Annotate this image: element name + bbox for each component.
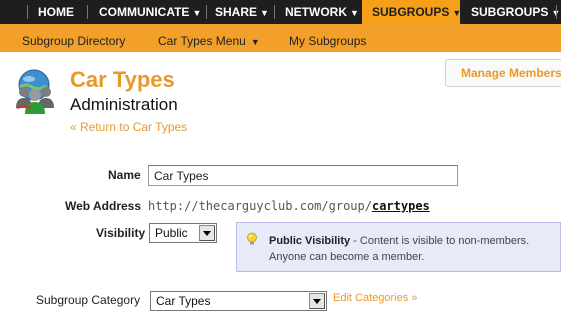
subnav-directory-label: Subgroup Directory <box>22 34 126 48</box>
return-link[interactable]: « Return to Car Types <box>70 120 187 134</box>
chevron-down-icon: ▼ <box>350 8 359 18</box>
subgroup-category-value: Car Types <box>156 294 211 308</box>
nav-divider <box>274 5 275 19</box>
visibility-info-title: Public Visibility <box>269 235 351 247</box>
nav-subgroups-active[interactable]: SUBGROUPS ▼ <box>362 0 462 24</box>
edit-categories-link[interactable]: Edit Categories » <box>333 292 417 304</box>
page-subtitle: Administration <box>70 95 178 114</box>
visibility-info-text: Public Visibility - Content is visible t… <box>269 233 559 265</box>
group-members-icon <box>16 69 54 114</box>
web-address-label: Web Address <box>65 199 142 213</box>
nav-share-label: SHARE <box>215 5 258 19</box>
name-label: Name <box>108 168 141 182</box>
dropdown-arrow-icon[interactable] <box>199 225 215 241</box>
top-nav: HOME COMMUNICATE ▼ SHARE ▼ NETWORK ▼ SUBGRO… <box>0 0 561 24</box>
nav-share[interactable]: SHARE ▼ <box>215 0 269 24</box>
chevron-down-icon: ▼ <box>452 8 462 18</box>
nav-communicate[interactable]: COMMUNICATE ▼ <box>99 0 201 24</box>
sub-nav: Subgroup Directory Car Types Menu ▼ My Su… <box>0 24 561 52</box>
chevron-down-icon: ▼ <box>192 8 202 18</box>
subnav-my-subgroups[interactable]: My Subgroups <box>289 24 366 52</box>
chevron-down-icon: ▼ <box>260 8 269 18</box>
subgroup-category-label: Subgroup Category <box>36 293 141 307</box>
visibility-label: Visibility <box>96 226 146 240</box>
nav-subgroups-label: SUBGROUPS <box>471 5 549 19</box>
nav-divider <box>556 5 557 19</box>
name-field[interactable] <box>148 165 458 186</box>
nav-home[interactable]: HOME <box>38 0 74 24</box>
dropdown-arrow-icon[interactable] <box>309 293 325 309</box>
visibility-select-value: Public <box>155 226 188 240</box>
visibility-info-box: Public Visibility - Content is visible t… <box>236 222 561 272</box>
web-address-base: http://thecarguyclub.com/group/ <box>148 199 372 213</box>
nav-network-label: NETWORK <box>285 5 347 19</box>
web-address-slug[interactable]: cartypes <box>372 199 430 213</box>
nav-divider <box>27 5 28 19</box>
nav-communicate-label: COMMUNICATE <box>99 5 190 19</box>
manage-members-button[interactable]: Manage Members <box>445 59 561 87</box>
visibility-select[interactable]: Public <box>149 223 217 243</box>
page-title: Car Types <box>70 67 175 92</box>
nav-subgroups-label: SUBGROUPS <box>372 5 450 19</box>
subnav-car-types-menu[interactable]: Car Types Menu ▼ <box>158 24 260 52</box>
nav-divider <box>206 5 207 19</box>
subnav-my-subgroups-label: My Subgroups <box>289 34 367 48</box>
nav-divider <box>87 5 88 19</box>
subnav-subgroup-directory[interactable]: Subgroup Directory <box>22 24 125 52</box>
nav-subgroups[interactable]: SUBGROUPS▼ <box>471 0 560 24</box>
chevron-down-icon: ▼ <box>250 37 260 47</box>
nav-home-label: HOME <box>38 5 74 19</box>
lightbulb-icon <box>247 232 257 245</box>
web-address-value: http://thecarguyclub.com/group/cartypes <box>148 199 430 213</box>
subgroup-category-select[interactable]: Car Types <box>150 291 327 311</box>
subnav-car-types-label: Car Types Menu <box>158 34 246 48</box>
nav-network[interactable]: NETWORK ▼ <box>285 0 359 24</box>
